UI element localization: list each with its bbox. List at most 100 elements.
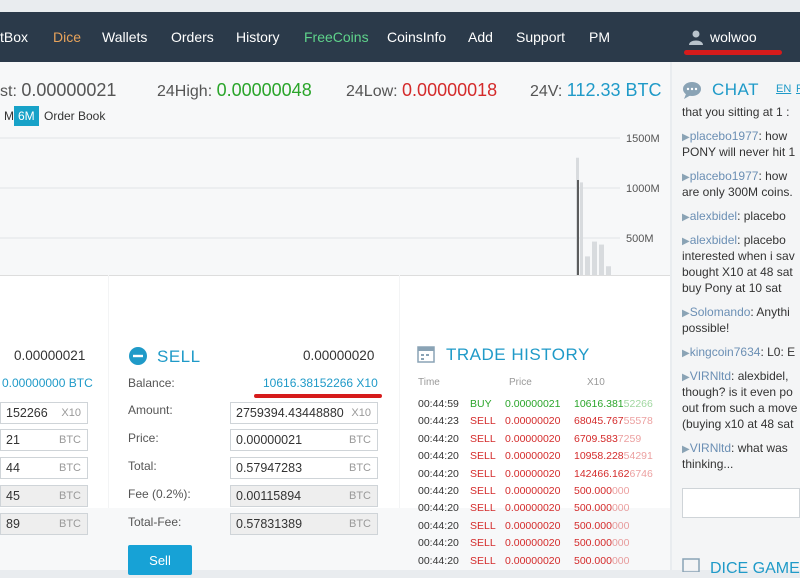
buy-balance-value[interactable]: 0.00000000 BTC: [2, 376, 93, 390]
chat-line: ▶kingcoin7634: L0: E: [682, 345, 796, 359]
nav-history[interactable]: History: [236, 12, 280, 62]
th-time: 00:44:20: [418, 450, 459, 463]
th-price: 0.00000020: [505, 554, 561, 567]
timeframe-6m[interactable]: 6M: [14, 106, 39, 126]
chat-line: ▶alexbidel: placebo: [682, 209, 786, 223]
th-type: SELL: [470, 502, 496, 515]
high-24h-stat: 24High: 0.00000048: [157, 80, 312, 100]
username-red-underline: [684, 50, 782, 55]
nav-dice[interactable]: Dice: [53, 12, 81, 62]
buy-field-3: 45 BTC: [0, 485, 88, 507]
th-header-price: Price: [509, 377, 532, 388]
chat-line: (buying x10 at 48 sat: [682, 417, 794, 431]
user-icon: [689, 30, 703, 45]
buy-field-0[interactable]: 152266 X10: [0, 402, 88, 424]
top-nav-bar: tBox Dice Wallets Orders History FreeCoins Coi…: [0, 12, 800, 62]
lang-en[interactable]: EN: [776, 83, 791, 95]
chat-arrow-icon: ▶: [682, 444, 690, 455]
th-amount: 10958.22854291: [574, 450, 653, 463]
nav-wallets[interactable]: Wallets: [102, 12, 147, 62]
th-price: 0.00000020: [505, 467, 561, 480]
th-price: 0.00000020: [505, 432, 561, 445]
chat-arrow-icon: ▶: [682, 372, 690, 383]
nav-orders[interactable]: Orders: [171, 12, 214, 62]
chat-line: interested when i sav: [682, 249, 795, 263]
chat-username[interactable]: alexbidel: [690, 209, 737, 223]
total-input[interactable]: 0.57947283 BTC: [230, 457, 378, 479]
nav-support[interactable]: Support: [516, 12, 565, 62]
chat-line: though? is it even po: [682, 385, 793, 399]
chat-username[interactable]: VIRNltd: [690, 441, 731, 455]
chat-line: possible!: [682, 321, 730, 335]
username: wolwoo: [710, 29, 757, 45]
amount-input[interactable]: 2759394.43448880 X10: [230, 402, 378, 424]
chat-line: are only 300M coins.: [682, 185, 793, 199]
th-amount: 10616.38152266: [574, 398, 653, 410]
buy-field-2[interactable]: 44 BTC: [0, 457, 88, 479]
total-fee-label: Total-Fee:: [128, 515, 182, 529]
th-time: 00:44:20: [418, 432, 459, 445]
th-type: SELL: [470, 519, 496, 532]
total-label: Total:: [128, 459, 157, 473]
th-time: 00:44:20: [418, 467, 459, 480]
buy-field-1[interactable]: 21 BTC: [0, 429, 88, 451]
nav-coinsinfo[interactable]: CoinsInfo: [387, 12, 446, 62]
chat-username[interactable]: alexbidel: [690, 233, 737, 247]
chat-username[interactable]: VIRNltd: [690, 369, 731, 383]
order-book-tab[interactable]: Order Book: [40, 106, 109, 126]
th-time: 00:44:20: [418, 519, 459, 532]
y-tick-1500: 1500M: [626, 133, 660, 145]
volume-24h-stat: 24V: 112.33 BTC: [530, 80, 662, 100]
th-amount: 500.000000: [574, 502, 630, 515]
chat-username[interactable]: Solomando: [690, 305, 751, 319]
chat-username[interactable]: placebo1977: [690, 169, 759, 183]
th-price: 0.00000020: [505, 415, 561, 428]
nav-freecoins[interactable]: FreeCoins: [304, 12, 369, 62]
chat-line: that you sitting at 1 :: [682, 105, 790, 119]
th-amount: 500.000000: [574, 554, 630, 567]
chat-line: PONY will never hit 1: [682, 145, 796, 159]
sell-balance-value[interactable]: 10616.38152266 X10: [263, 376, 378, 390]
balance-red-underline: [254, 394, 382, 398]
chat-username[interactable]: placebo1977: [690, 129, 759, 143]
th-time: 00:44:59: [418, 398, 459, 410]
chat-username[interactable]: kingcoin7634: [690, 345, 761, 359]
th-type: SELL: [470, 467, 496, 480]
lang-r[interactable]: R: [796, 83, 800, 95]
buy-field-4: 89 BTC: [0, 513, 88, 535]
sell-button[interactable]: Sell: [128, 545, 192, 575]
chat-arrow-icon: ▶: [682, 172, 690, 183]
low-24h-stat: 24Low: 0.00000018: [346, 80, 498, 100]
buy-price-value: 0.00000021: [14, 348, 86, 363]
last-price-stat: st: 0.00000021: [0, 80, 117, 100]
total-fee-field: 0.57831389 BTC: [230, 513, 378, 535]
sell-price-value: 0.00000020: [303, 348, 375, 363]
nav-pm[interactable]: PM: [589, 12, 610, 62]
th-price: 0.00000020: [505, 502, 561, 515]
chat-input[interactable]: [682, 488, 800, 518]
chat-arrow-icon: ▶: [682, 348, 690, 359]
th-amount: 500.000000: [574, 485, 630, 497]
nav-add[interactable]: Add: [468, 12, 493, 62]
th-price: 0.00000020: [505, 485, 561, 497]
th-time: 00:44:20: [418, 537, 459, 550]
th-amount: 500.000000: [574, 519, 630, 532]
th-time: 00:44:20: [418, 502, 459, 515]
volume-bar-1: [580, 182, 583, 286]
nav-tbox[interactable]: tBox: [0, 12, 28, 62]
th-price: 0.00000020: [505, 450, 561, 463]
price-input[interactable]: 0.00000021 BTC: [230, 429, 378, 451]
sell-title: SELL: [157, 347, 201, 366]
th-amount: 500.000000: [574, 537, 630, 550]
chat-arrow-icon: ▶: [682, 132, 690, 143]
th-price: 0.00000020: [505, 519, 561, 532]
th-type: SELL: [470, 485, 496, 497]
calendar-icon: [417, 346, 435, 363]
th-type: SELL: [470, 450, 496, 463]
th-amount: 68045.76755578: [574, 415, 653, 428]
th-type: SELL: [470, 537, 496, 550]
chat-arrow-icon: ▶: [682, 236, 690, 247]
dice-game-title: DICE GAME: [710, 560, 800, 577]
chat-title: CHAT: [712, 80, 760, 99]
fee-field: 0.00115894 BTC: [230, 485, 378, 507]
